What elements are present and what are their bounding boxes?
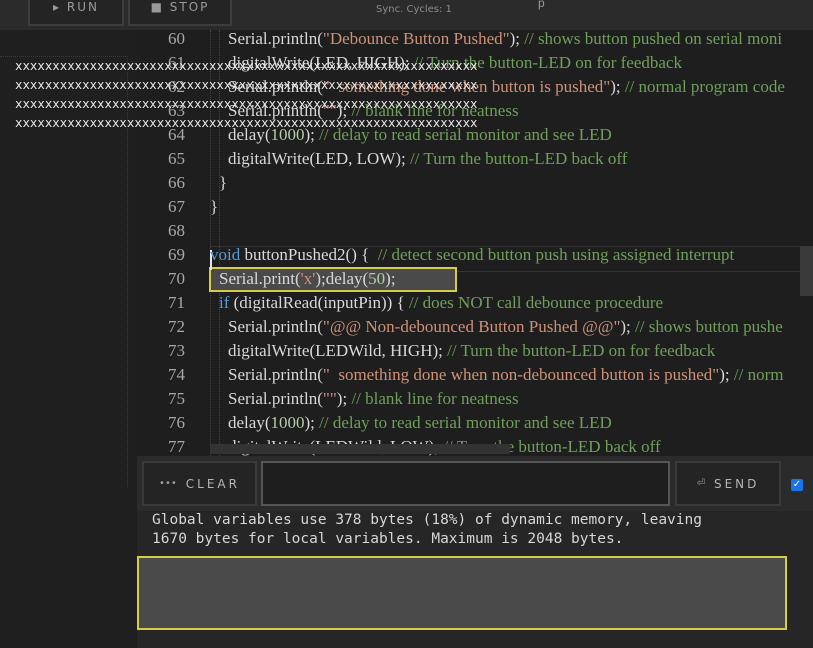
code-text: digitalWrite(LED, LOW); // Turn the butt… — [228, 149, 628, 168]
line-number: 75 — [168, 389, 185, 408]
sync-cycles-text: Sync. Cycles: 1 — [376, 4, 452, 15]
stop-icon: ■ — [150, 0, 170, 14]
code-text: Serial.println(""); // blank line for ne… — [228, 389, 519, 408]
code-line: 66} — [137, 171, 813, 195]
code-line: 73 digitalWrite(LEDWild, HIGH); // Turn t… — [137, 339, 813, 363]
code-line: 75 Serial.println(""); // blank line for … — [137, 387, 813, 411]
code-text: Serial.println("@@ Non-debounced Button … — [228, 317, 783, 336]
code-line: 68 — [137, 219, 813, 243]
toolbar-glyph: p — [538, 0, 545, 10]
run-label: RUN — [66, 0, 99, 14]
code-line: 60 Serial.println("Debounce Button Pushed… — [137, 30, 813, 51]
line-number: 68 — [168, 221, 185, 240]
line-number: 73 — [168, 341, 185, 360]
output-line: xxxxxxxxxxxxxxxxxxxxxxxxxxxxxxxxxxxxxxxx… — [15, 115, 478, 130]
code-text: Serial.println(" something done when non… — [228, 365, 784, 384]
stop-label: STOP — [169, 0, 210, 14]
serial-output: xxxxxxxxxxxxxxxxxxxxxxxxxxxxxxxxxxxxxxxx… — [15, 56, 655, 137]
code-line: 67} — [137, 195, 813, 219]
output-line: xxxxxxxxxxxxxxxxxxxxxxxxxxxxxxxxxxxxxxxx… — [15, 58, 478, 73]
line-number: 77 — [168, 437, 185, 456]
compile-message-line: Global variables use 378 bytes (18%) of … — [152, 512, 702, 528]
stop-button[interactable]: ■ STOP — [128, 0, 232, 26]
autoscroll-checkbox[interactable]: ✓ — [791, 479, 803, 491]
code-line: 76 delay(1000); // delay to read serial m… — [137, 411, 813, 435]
compile-message: Global variables use 378 bytes (18%) of … — [152, 511, 702, 549]
toolbar: ▸ RUN ■ STOP Sync. Cycles: 1 p — [0, 0, 813, 30]
clear-label: CLEAR — [185, 476, 240, 491]
code-line: 65 digitalWrite(LED, LOW); // Turn the bu… — [137, 147, 813, 171]
code-line: 74 Serial.println(" something done when n… — [137, 363, 813, 387]
code-text: } — [219, 173, 228, 192]
ellipsis-icon: ••• — [159, 478, 177, 489]
clear-button[interactable]: ••• CLEAR — [142, 461, 257, 506]
line-number: 65 — [168, 149, 185, 168]
code-text: delay(1000); // delay to read serial mon… — [228, 413, 612, 432]
send-label: SEND — [713, 476, 760, 491]
line-number: 74 — [168, 365, 185, 384]
send-button[interactable]: ⏎ SEND — [675, 461, 781, 506]
line-number: 70 — [168, 269, 185, 288]
line-number: 71 — [168, 293, 185, 312]
run-button[interactable]: ▸ RUN — [28, 0, 124, 26]
send-icon: ⏎ — [696, 478, 705, 489]
code-line: 71 if (digitalRead(inputPin)) { // does N… — [137, 291, 813, 315]
code-text: if (digitalRead(inputPin)) { // does NOT… — [219, 293, 664, 312]
line-number: 76 — [168, 413, 185, 432]
code-line: 69 void buttonPushed2() { // detect secon… — [137, 243, 813, 267]
output-highlight-box — [137, 556, 787, 630]
serial-console: Global variables use 378 bytes (18%) of … — [137, 511, 813, 648]
output-line: xxxxxxxxxxxxxxxxxxxxxxxxxxxxxxxxxxxxxxxx… — [15, 77, 478, 92]
line-number: 72 — [168, 317, 185, 336]
serial-toolbar: ••• CLEAR ⏎ SEND ✓ — [137, 456, 813, 511]
line-number: 69 — [168, 245, 185, 264]
compile-message-line: 1670 bytes for local variables. Maximum … — [152, 531, 624, 547]
code-text: Serial.println("Debounce Button Pushed")… — [228, 30, 783, 48]
code-text: } — [210, 197, 219, 216]
play-icon: ▸ — [53, 0, 67, 14]
code-text: Serial.print('x');delay(50); — [219, 269, 396, 288]
serial-input[interactable] — [261, 461, 670, 506]
vertical-scrollbar[interactable] — [800, 246, 813, 296]
code-line: 72 Serial.println("@@ Non-debounced Butto… — [137, 315, 813, 339]
output-line: xxxxxxxxxxxxxxxxxxxxxxxxxxxxxxxxxxxxxxxx… — [15, 96, 478, 111]
line-number: 67 — [168, 197, 185, 216]
code-line: 70 Serial.print('x');delay(50); — [137, 267, 813, 291]
code-text: void buttonPushed2() { // detect second … — [210, 245, 735, 264]
horizontal-scrollbar[interactable] — [210, 444, 510, 454]
code-text: digitalWrite(LEDWild, HIGH); // Turn the… — [228, 341, 716, 360]
line-number: 66 — [168, 173, 185, 192]
line-number: 60 — [168, 30, 185, 48]
